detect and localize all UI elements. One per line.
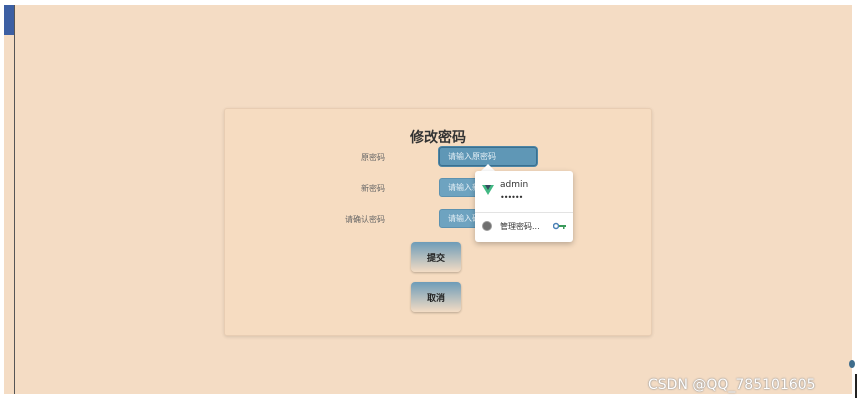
- confirm-password-label: 请确认密码: [345, 215, 385, 224]
- autofill-password-mask: ••••••: [500, 193, 523, 202]
- autofill-username: admin: [500, 180, 529, 190]
- submit-button[interactable]: 提交: [411, 242, 461, 272]
- cancel-button[interactable]: 取消: [411, 282, 461, 312]
- watermark: CSDN @QQ_785101605: [648, 377, 816, 393]
- autofill-dropdown-caret: [481, 164, 495, 171]
- change-password-card: 修改密码 原密码 新密码 请确认密码 提交 取消: [224, 108, 652, 336]
- window-edge-right: [855, 374, 857, 398]
- old-password-label: 原密码: [361, 153, 385, 162]
- autofill-dropdown: admin •••••• 管理密码...: [475, 171, 573, 242]
- autofill-credential-item[interactable]: admin ••••••: [475, 171, 573, 212]
- new-password-label: 新密码: [361, 184, 385, 193]
- manage-passwords-item[interactable]: 管理密码...: [475, 213, 573, 242]
- key-icon: [553, 222, 566, 230]
- scroll-indicator: [849, 360, 855, 368]
- gear-icon: [483, 222, 491, 230]
- window-edge-tab: [4, 5, 14, 35]
- window-edge-left: [14, 5, 15, 394]
- manage-passwords-label: 管理密码...: [500, 222, 540, 231]
- vue-icon: [482, 185, 494, 195]
- page-title-text: 修改密码: [410, 130, 466, 146]
- page-title: 修改密码: [225, 127, 651, 147]
